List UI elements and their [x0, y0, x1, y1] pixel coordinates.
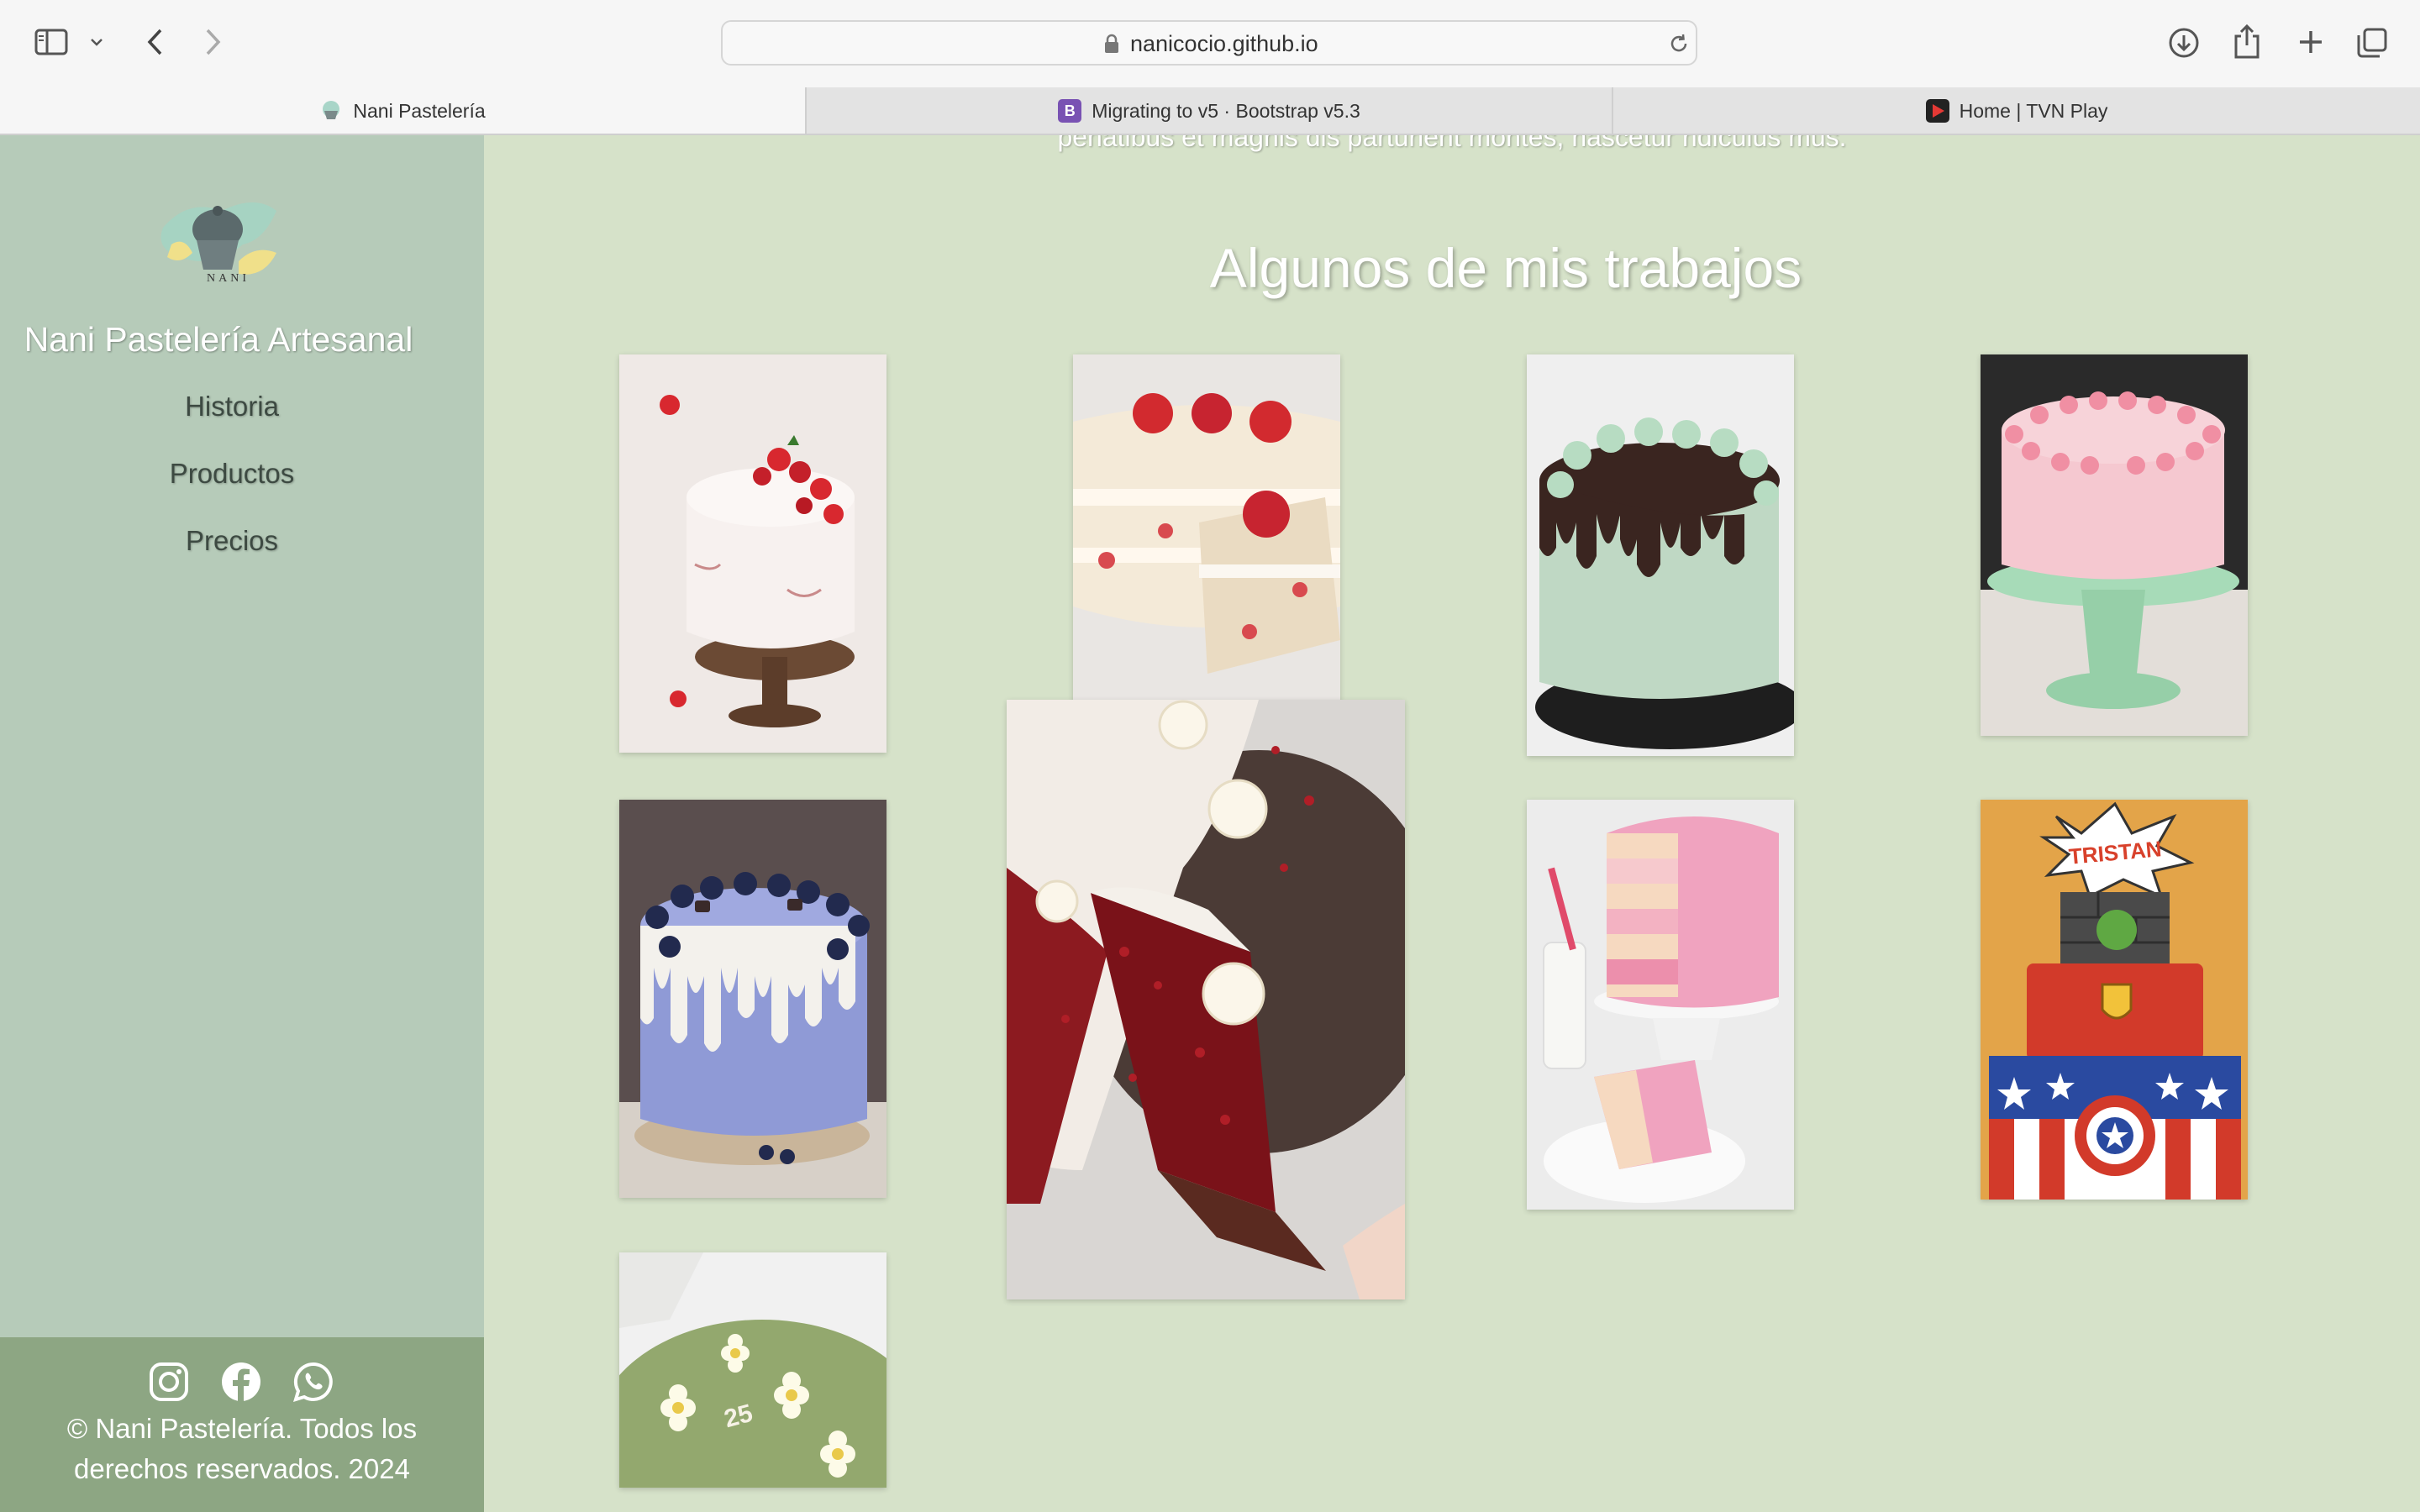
address-bar[interactable]: nanicocio.github.io: [721, 20, 1697, 66]
instagram-icon[interactable]: [148, 1361, 190, 1403]
tvn-play-icon: [1925, 99, 1949, 123]
intro-text-cutoff: penatibus et magnis dis parturient monte…: [1057, 135, 1847, 152]
section-title: Algunos de mis trabajos: [1209, 237, 1802, 299]
gallery-image-blueberry-cake[interactable]: [619, 800, 886, 1198]
lock-icon: [1102, 32, 1121, 55]
sidebar: NANI Nani Pastelería Artesanal Historia …: [0, 135, 484, 1512]
brand-title[interactable]: Nani Pastelería Artesanal: [0, 320, 437, 360]
tab-bar: Nani Pastelería B Migrating to v5 · Boot…: [0, 87, 2420, 134]
forward-icon[interactable]: [200, 25, 227, 59]
brand-logo[interactable]: NANI: [155, 194, 281, 286]
share-icon[interactable]: [2230, 22, 2264, 60]
back-icon[interactable]: [141, 25, 168, 59]
tab-tvn-play[interactable]: Home | TVN Play: [1612, 87, 2420, 134]
facebook-icon[interactable]: [220, 1361, 262, 1403]
copyright-line-1: © Nani Pastelería. Todos los: [66, 1413, 418, 1444]
gallery-image-pink-ombre-cake[interactable]: [1527, 800, 1794, 1210]
url-text: nanicocio.github.io: [1130, 31, 1318, 56]
web-page: NANI Nani Pastelería Artesanal Historia …: [0, 135, 2420, 1512]
tab-label: Nani Pastelería: [353, 99, 486, 122]
sidebar-footer: © Nani Pastelería. Todos los derechos re…: [0, 1337, 484, 1512]
gallery-image-strawberry-shortcake[interactable]: [1073, 354, 1340, 707]
logo-text: NANI: [207, 272, 250, 285]
sidebar-toggle-icon[interactable]: [34, 27, 69, 57]
gallery-image-pink-cake[interactable]: [1981, 354, 2248, 736]
tab-bootstrap[interactable]: B Migrating to v5 · Bootstrap v5.3: [805, 87, 1612, 134]
new-tab-icon[interactable]: [2294, 25, 2328, 59]
whatsapp-icon[interactable]: [292, 1361, 334, 1403]
copyright-text: © Nani Pastelería. Todos los derechos re…: [0, 1409, 484, 1489]
bootstrap-icon: B: [1058, 99, 1082, 123]
gallery-image-chocolate-mint-cake[interactable]: [1527, 354, 1794, 756]
browser-toolbar: nanicocio.github.io: [0, 0, 2420, 87]
gallery-image-strawberry-cake[interactable]: [619, 354, 886, 753]
tab-nani-pasteleria[interactable]: Nani Pastelería: [0, 87, 805, 134]
nav-link-precios[interactable]: Precios: [0, 525, 464, 557]
nav-link-historia[interactable]: Historia: [0, 391, 464, 423]
download-icon[interactable]: [2166, 25, 2202, 60]
copyright-line-2: derechos reservados. 2024: [74, 1453, 410, 1484]
tab-overview-icon[interactable]: [2354, 25, 2390, 60]
gallery-image-daisy-cake[interactable]: 25: [619, 1252, 886, 1488]
nav-link-productos[interactable]: Productos: [0, 458, 464, 490]
cupcake-icon: [319, 99, 343, 123]
tab-label: Migrating to v5 · Bootstrap v5.3: [1092, 99, 1360, 122]
gallery-image-superhero-cake[interactable]: TRISTAN: [1981, 800, 2248, 1200]
tab-label: Home | TVN Play: [1959, 99, 2108, 122]
chevron-down-icon[interactable]: [87, 32, 106, 52]
gallery-image-red-velvet-cake[interactable]: [1007, 700, 1405, 1299]
main-content: penatibus et magnis dis parturient monte…: [484, 135, 2420, 1512]
reload-icon[interactable]: [1667, 32, 1691, 55]
